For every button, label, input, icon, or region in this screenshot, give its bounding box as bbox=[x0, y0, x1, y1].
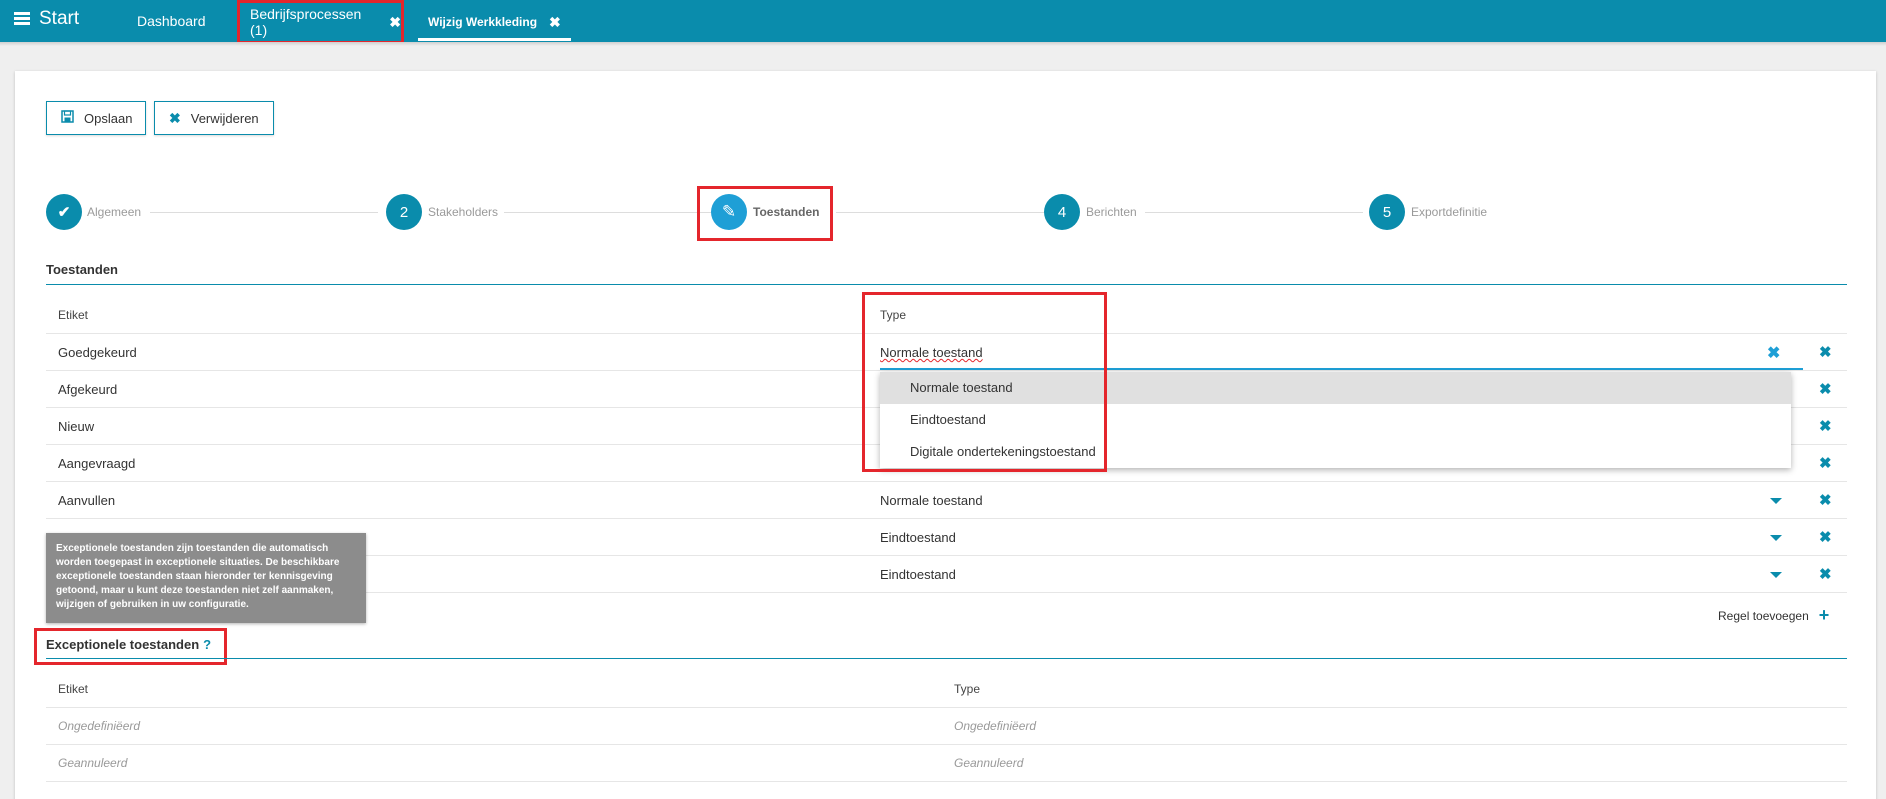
table-row: Aanvullen Normale toestand ✖ bbox=[46, 482, 1847, 519]
row-etiket: Goedgekeurd bbox=[58, 345, 137, 360]
tab-wijzig-werkkleding[interactable]: Wijzig Werkkleding ✖ bbox=[418, 6, 571, 41]
table-row: Ongedefiniëerd Ongedefiniëerd bbox=[46, 708, 1847, 745]
delete-row-icon[interactable]: ✖ bbox=[1819, 343, 1832, 361]
close-icon[interactable]: ✖ bbox=[389, 14, 401, 31]
delete-row-icon[interactable]: ✖ bbox=[1819, 454, 1832, 472]
row-etiket: Nieuw bbox=[58, 419, 95, 434]
row-etiket: Geannuleerd bbox=[58, 756, 128, 770]
section-divider bbox=[46, 658, 1847, 659]
chevron-down-icon[interactable] bbox=[1770, 535, 1782, 541]
add-row-button[interactable]: Regel toevoegen + bbox=[1718, 605, 1829, 626]
delete-row-icon[interactable]: ✖ bbox=[1819, 491, 1832, 509]
hamburger-icon bbox=[14, 12, 30, 26]
table-row: Geannuleerd Geannuleerd bbox=[46, 745, 1847, 782]
type-select-input[interactable]: Eindtoestand bbox=[880, 567, 956, 582]
tab-bedrijfsprocessen-label: Bedrijfsprocessen (1) bbox=[250, 6, 362, 38]
step-5-number: 5 bbox=[1382, 203, 1392, 221]
pencil-icon: ✎ bbox=[721, 202, 737, 221]
start-menu-button[interactable]: Start bbox=[14, 8, 79, 30]
tab-bedrijfsprocessen[interactable]: Bedrijfsprocessen (1) ✖ bbox=[237, 0, 404, 44]
row-etiket: Aangevraagd bbox=[58, 456, 136, 471]
check-icon: ✔ bbox=[57, 204, 71, 221]
tab-dashboard-label: Dashboard bbox=[137, 13, 206, 29]
top-navigation-bar: Start Dashboard Bedrijfsprocessen (1) ✖ … bbox=[0, 0, 1886, 46]
type-select-input[interactable]: Eindtoestand bbox=[880, 530, 956, 545]
table-header: Etiket Type bbox=[46, 671, 1847, 708]
delete-row-icon[interactable]: ✖ bbox=[1819, 380, 1832, 398]
type-select-input[interactable]: Normale toestand bbox=[880, 345, 983, 360]
column-header-type: Type bbox=[954, 682, 981, 696]
step-3-label: Toestanden bbox=[753, 205, 820, 219]
select-focus-underline bbox=[880, 368, 1803, 370]
floppy-disk-icon bbox=[61, 110, 74, 126]
step-connector bbox=[150, 212, 378, 213]
dropdown-option[interactable]: Digitale ondertekeningstoestand bbox=[880, 436, 1791, 468]
step-connector bbox=[1145, 212, 1363, 213]
row-type: Geannuleerd bbox=[954, 756, 1024, 770]
save-button[interactable]: Opslaan bbox=[46, 101, 146, 135]
chevron-down-icon[interactable] bbox=[1770, 572, 1782, 578]
row-etiket: Afgekeurd bbox=[58, 382, 118, 397]
topbar-shadow bbox=[0, 42, 1886, 46]
column-header-etiket: Etiket bbox=[58, 682, 89, 696]
delete-row-icon[interactable]: ✖ bbox=[1819, 417, 1832, 435]
exceptional-states-tooltip: Exceptionele toestanden zijn toestanden … bbox=[46, 533, 366, 623]
step-5[interactable]: 5 bbox=[1369, 194, 1405, 230]
step-2-number: 2 bbox=[399, 203, 409, 221]
table-row: Goedgekeurd Normale toestand ✖ ✖ bbox=[46, 334, 1847, 371]
section-divider bbox=[46, 284, 1847, 285]
step-1-label: Algemeen bbox=[87, 205, 142, 219]
row-etiket: Aanvullen bbox=[58, 493, 116, 508]
row-type: Ongedefiniëerd bbox=[954, 719, 1037, 733]
step-3-active[interactable]: ✎ bbox=[711, 194, 747, 230]
step-connector bbox=[836, 212, 1044, 213]
delete-row-icon[interactable]: ✖ bbox=[1819, 565, 1832, 583]
tab-wijzig-werkkleding-label: Wijzig Werkkleding bbox=[428, 15, 538, 29]
dropdown-option[interactable]: Normale toestand bbox=[880, 372, 1791, 404]
step-2-label: Stakeholders bbox=[428, 205, 499, 219]
add-row-label: Regel toevoegen bbox=[1718, 608, 1809, 623]
clear-selection-icon[interactable]: ✖ bbox=[1767, 343, 1780, 363]
step-1-done[interactable]: ✔ bbox=[46, 194, 82, 230]
type-select-input[interactable]: Normale toestand bbox=[880, 493, 983, 508]
close-icon[interactable]: ✖ bbox=[549, 14, 561, 31]
step-4-label: Berichten bbox=[1086, 205, 1137, 219]
table-header: Etiket Type bbox=[46, 297, 1847, 334]
step-2[interactable]: 2 bbox=[386, 194, 422, 230]
type-dropdown-menu: Normale toestand Eindtoestand Digitale o… bbox=[880, 372, 1791, 468]
help-icon[interactable]: ? bbox=[203, 637, 211, 652]
column-header-type: Type bbox=[880, 308, 907, 322]
delete-button[interactable]: ✖ Verwijderen bbox=[154, 101, 274, 135]
dropdown-option[interactable]: Eindtoestand bbox=[880, 404, 1791, 436]
start-label: Start bbox=[39, 8, 80, 29]
step-5-label: Exportdefinitie bbox=[1411, 205, 1488, 219]
section-title-toestanden: Toestanden bbox=[46, 262, 118, 277]
save-button-label: Opslaan bbox=[84, 110, 133, 126]
chevron-down-icon[interactable] bbox=[1770, 498, 1782, 504]
section-title-exceptionele: Exceptionele toestanden ? bbox=[46, 637, 211, 652]
delete-button-label: Verwijderen bbox=[190, 110, 259, 126]
row-etiket: Ongedefiniëerd bbox=[58, 719, 141, 733]
tab-dashboard[interactable]: Dashboard bbox=[137, 13, 206, 29]
step-4[interactable]: 4 bbox=[1044, 194, 1080, 230]
delete-row-icon[interactable]: ✖ bbox=[1819, 528, 1832, 546]
close-icon: ✖ bbox=[169, 109, 181, 126]
column-header-etiket: Etiket bbox=[58, 308, 89, 322]
section-title-exceptionele-text: Exceptionele toestanden bbox=[46, 637, 200, 652]
plus-icon: + bbox=[1818, 605, 1830, 625]
step-4-number: 4 bbox=[1057, 203, 1067, 221]
step-connector bbox=[504, 212, 712, 213]
